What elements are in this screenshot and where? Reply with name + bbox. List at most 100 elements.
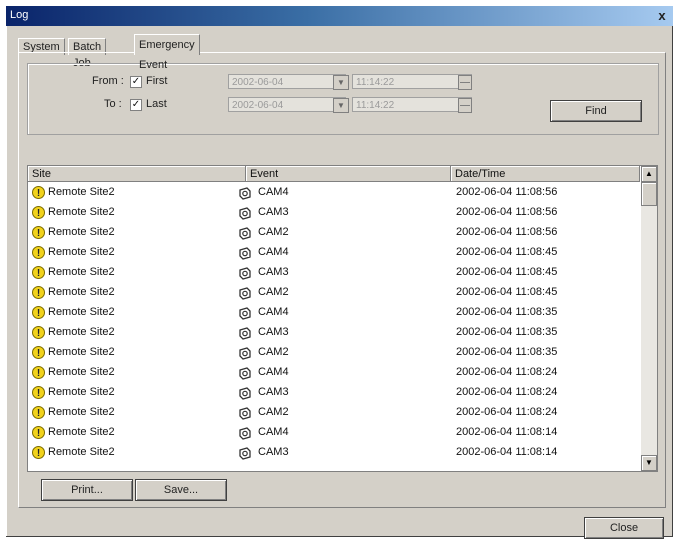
camera-icon	[238, 406, 252, 420]
scroll-up-icon[interactable]: ▲	[641, 166, 657, 182]
row-site: Remote Site2	[48, 226, 115, 238]
from-time-spinner[interactable]	[458, 75, 472, 90]
row-site: Remote Site2	[48, 386, 115, 398]
row-event: CAM4	[258, 426, 289, 438]
table-row[interactable]: ! Remote Site2 CAM3 2002-06-04 11:08:24	[28, 383, 640, 403]
from-date-field[interactable]: 2002-06-04	[228, 74, 346, 89]
warning-icon: !	[32, 326, 45, 339]
column-header-event[interactable]: Event	[246, 166, 451, 182]
row-site: Remote Site2	[48, 366, 115, 378]
close-button[interactable]: Close	[584, 517, 664, 539]
row-site: Remote Site2	[48, 246, 115, 258]
row-datetime: 2002-06-04 11:08:24	[456, 406, 558, 418]
camera-icon	[238, 366, 252, 380]
chevron-down-icon[interactable]: ▼	[333, 75, 349, 90]
table-row[interactable]: ! Remote Site2 CAM4 2002-06-04 11:08:24	[28, 363, 640, 383]
row-event: CAM3	[258, 206, 289, 218]
scroll-thumb[interactable]	[641, 182, 657, 206]
column-header-datetime[interactable]: Date/Time	[451, 166, 640, 182]
from-label: From :	[92, 75, 124, 87]
camera-icon	[238, 306, 252, 320]
save-button[interactable]: Save...	[135, 479, 227, 501]
warning-icon: !	[32, 226, 45, 239]
row-datetime: 2002-06-04 11:08:24	[456, 366, 558, 378]
find-button[interactable]: Find	[550, 100, 642, 122]
to-last-checkbox[interactable]: ✓	[130, 99, 142, 111]
camera-icon	[238, 206, 252, 220]
to-time-spinner[interactable]	[458, 98, 472, 113]
row-event: CAM2	[258, 406, 289, 418]
event-list[interactable]: Site Event Date/Time ! Remote Site2 CAM4 20…	[27, 165, 658, 472]
row-event: CAM3	[258, 266, 289, 278]
camera-icon	[238, 446, 252, 460]
row-site: Remote Site2	[48, 426, 115, 438]
warning-icon: !	[32, 306, 45, 319]
warning-icon: !	[32, 246, 45, 259]
warning-icon: !	[32, 406, 45, 419]
emergency-event-panel: From : ✓ First 2002-06-04 ▼ 11:14:22 To …	[18, 52, 666, 508]
table-row[interactable]: ! Remote Site2 CAM2 2002-06-04 11:08:24	[28, 403, 640, 423]
table-row[interactable]: ! Remote Site2 CAM4 2002-06-04 11:08:14	[28, 423, 640, 443]
row-datetime: 2002-06-04 11:08:35	[456, 306, 558, 318]
tab-emergency-event[interactable]: Emergency Event	[134, 34, 200, 71]
row-event: CAM3	[258, 386, 289, 398]
row-site: Remote Site2	[48, 326, 115, 338]
close-icon[interactable]: x	[654, 8, 670, 23]
row-event: CAM2	[258, 286, 289, 298]
scroll-down-icon[interactable]: ▼	[641, 455, 657, 471]
row-datetime: 2002-06-04 11:08:24	[456, 386, 558, 398]
table-row[interactable]: ! Remote Site2 CAM2 2002-06-04 11:08:35	[28, 343, 640, 363]
camera-icon	[238, 386, 252, 400]
warning-icon: !	[32, 206, 45, 219]
warning-icon: !	[32, 366, 45, 379]
print-button[interactable]: Print...	[41, 479, 133, 501]
table-row[interactable]: ! Remote Site2 CAM4 2002-06-04 11:08:56	[28, 183, 640, 203]
table-row[interactable]: ! Remote Site2 CAM3 2002-06-04 11:08:45	[28, 263, 640, 283]
row-site: Remote Site2	[48, 346, 115, 358]
row-datetime: 2002-06-04 11:08:56	[456, 226, 558, 238]
window-title: Log	[10, 9, 29, 21]
log-window: Log x System Batch Job Emergency Event F…	[6, 6, 673, 539]
warning-icon: !	[32, 266, 45, 279]
warning-icon: !	[32, 286, 45, 299]
row-site: Remote Site2	[48, 266, 115, 278]
table-row[interactable]: ! Remote Site2 CAM2 2002-06-04 11:08:45	[28, 283, 640, 303]
from-time-field[interactable]: 11:14:22	[352, 74, 472, 89]
camera-icon	[238, 186, 252, 200]
to-date-field[interactable]: 2002-06-04	[228, 97, 346, 112]
table-row[interactable]: ! Remote Site2 CAM3 2002-06-04 11:08:14	[28, 443, 640, 463]
camera-icon	[238, 246, 252, 260]
row-datetime: 2002-06-04 11:08:14	[456, 446, 558, 458]
table-row[interactable]: ! Remote Site2 CAM3 2002-06-04 11:08:35	[28, 323, 640, 343]
table-row[interactable]: ! Remote Site2 CAM3 2002-06-04 11:08:56	[28, 203, 640, 223]
row-datetime: 2002-06-04 11:08:45	[456, 266, 558, 278]
from-first-label: First	[146, 75, 168, 87]
to-last-label: Last	[146, 98, 167, 110]
warning-icon: !	[32, 446, 45, 459]
table-row[interactable]: ! Remote Site2 CAM4 2002-06-04 11:08:35	[28, 303, 640, 323]
row-datetime: 2002-06-04 11:08:35	[456, 346, 558, 358]
row-event: CAM3	[258, 446, 289, 458]
warning-icon: !	[32, 426, 45, 439]
row-site: Remote Site2	[48, 206, 115, 218]
table-row[interactable]: ! Remote Site2 CAM4 2002-06-04 11:08:45	[28, 243, 640, 263]
row-site: Remote Site2	[48, 446, 115, 458]
chevron-down-icon[interactable]: ▼	[333, 98, 349, 113]
row-datetime: 2002-06-04 11:08:56	[456, 186, 558, 198]
column-header-site[interactable]: Site	[28, 166, 246, 182]
row-datetime: 2002-06-04 11:08:35	[456, 326, 558, 338]
vertical-scrollbar[interactable]: ▲ ▼	[641, 166, 657, 471]
row-event: CAM4	[258, 186, 289, 198]
camera-icon	[238, 426, 252, 440]
row-event: CAM2	[258, 346, 289, 358]
warning-icon: !	[32, 386, 45, 399]
table-row[interactable]: ! Remote Site2 CAM2 2002-06-04 11:08:56	[28, 223, 640, 243]
row-datetime: 2002-06-04 11:08:45	[456, 286, 558, 298]
to-time-field[interactable]: 11:14:22	[352, 97, 472, 112]
camera-icon	[238, 326, 252, 340]
row-event: CAM4	[258, 246, 289, 258]
row-site: Remote Site2	[48, 186, 115, 198]
filter-group: From : ✓ First 2002-06-04 ▼ 11:14:22 To …	[27, 63, 659, 135]
from-first-checkbox[interactable]: ✓	[130, 76, 142, 88]
warning-icon: !	[32, 346, 45, 359]
